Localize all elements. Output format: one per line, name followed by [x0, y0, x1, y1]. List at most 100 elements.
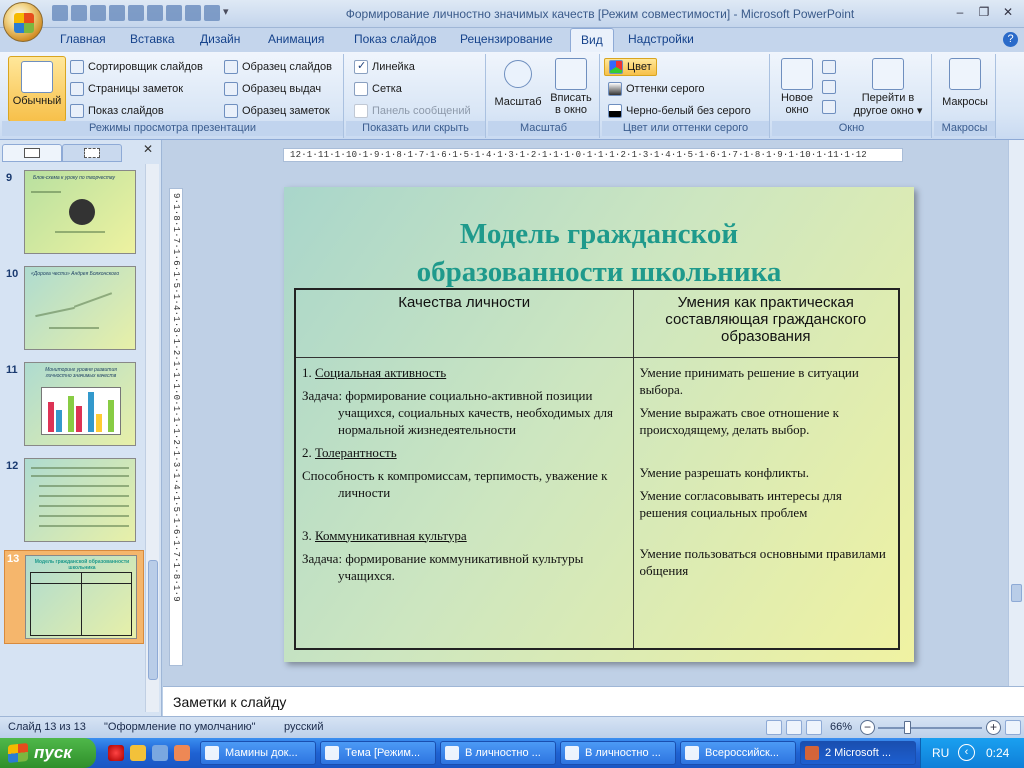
- slide-thumbnail[interactable]: 12: [4, 458, 144, 544]
- tab-slide-show[interactable]: Показ слайдов: [354, 32, 437, 46]
- quicklaunch-icon[interactable]: [174, 745, 190, 761]
- slide-master-button[interactable]: Образец слайдов: [224, 60, 332, 74]
- table-cell-qualities[interactable]: 1. Социальная активность Задача: формиро…: [294, 356, 634, 650]
- arrange-all-icon[interactable]: [822, 60, 836, 74]
- zoom-button[interactable]: Масштаб: [492, 58, 544, 108]
- table-header-qualities[interactable]: Качества личности: [294, 288, 634, 358]
- table-header-skills[interactable]: Умения как практическая составляющая гра…: [632, 288, 900, 358]
- zoom-slider-thumb[interactable]: [904, 721, 911, 734]
- slide-show-button[interactable]: Показ слайдов: [70, 104, 164, 118]
- slide-table[interactable]: Качества личности Умения как практическа…: [294, 288, 900, 650]
- slide-sorter-button[interactable]: Сортировщик слайдов: [70, 60, 203, 74]
- switch-windows-button[interactable]: Перейти в другое окно ▾: [848, 58, 928, 117]
- tab-addins[interactable]: Надстройки: [628, 32, 694, 46]
- tab-review[interactable]: Рецензирование: [460, 32, 553, 46]
- print-icon[interactable]: [147, 5, 163, 21]
- fit-slide-icon[interactable]: [1005, 720, 1021, 735]
- slide-title[interactable]: Модель гражданской образованности школьн…: [284, 215, 914, 291]
- customize-qat-icon[interactable]: ▾: [223, 5, 233, 21]
- scrollbar-thumb[interactable]: [1011, 584, 1022, 602]
- new-window-button[interactable]: Новое окно: [774, 58, 820, 116]
- quick-access-toolbar: ▾: [52, 5, 233, 23]
- thumbnail-line: [39, 505, 129, 507]
- spell-check-icon[interactable]: [204, 5, 220, 21]
- slide-show-icon[interactable]: [806, 720, 822, 735]
- taskbar-item-label: Мамины док...: [225, 747, 298, 759]
- taskbar-item[interactable]: Всероссийск...: [680, 741, 796, 765]
- thumbnail-line: [31, 191, 61, 193]
- minimize-icon[interactable]: –: [948, 3, 972, 21]
- clock[interactable]: 0:24: [986, 746, 1009, 760]
- handout-master-button[interactable]: Образец выдач: [224, 82, 321, 96]
- taskbar-item-active[interactable]: 2 Microsoft ...: [800, 741, 916, 765]
- redo-icon[interactable]: [90, 5, 106, 21]
- tab-home[interactable]: Главная: [60, 32, 106, 46]
- grayscale-button[interactable]: Оттенки серого: [608, 82, 704, 96]
- image-icon[interactable]: [166, 5, 182, 21]
- slide-thumbnail-selected[interactable]: 13 Модель гражданской образованности шко…: [4, 550, 144, 644]
- group-label-show-hide: Показать или скрыть: [346, 121, 485, 136]
- save-icon[interactable]: [52, 5, 68, 21]
- black-white-button[interactable]: Черно-белый без серого: [608, 104, 751, 118]
- start-button[interactable]: пуск: [0, 738, 96, 768]
- current-slide[interactable]: Модель гражданской образованности школьн…: [284, 187, 914, 662]
- tab-slides[interactable]: [2, 144, 62, 162]
- email-icon[interactable]: [185, 5, 201, 21]
- slide-thumbnail[interactable]: 10 «Дорога чести» Андрея Болконского: [4, 266, 144, 352]
- fit-to-window-button[interactable]: Вписать в окно: [546, 58, 596, 116]
- move-split-icon[interactable]: [822, 100, 836, 114]
- zoom-slider[interactable]: [878, 727, 982, 729]
- close-icon[interactable]: ✕: [143, 142, 153, 156]
- slide-thumbnail[interactable]: 11 Мониторинг уровня развития личностно …: [4, 362, 144, 448]
- notes-master-button[interactable]: Образец заметок: [224, 104, 330, 118]
- skill-item: Умение принимать решение в ситуации выбо…: [639, 364, 859, 397]
- horizontal-ruler[interactable]: 12·1·11·1·10·1·9·1·8·1·7·1·6·1·5·1·4·1·3…: [283, 148, 903, 162]
- ruler-checkbox[interactable]: Линейка: [354, 60, 415, 74]
- zoom-in-icon[interactable]: +: [986, 720, 1001, 735]
- notes-pane[interactable]: Заметки к слайду: [163, 686, 1024, 716]
- theme-name[interactable]: "Оформление по умолчанию": [104, 721, 256, 733]
- quicklaunch-icon[interactable]: [152, 745, 168, 761]
- taskbar-item[interactable]: Мамины док...: [200, 741, 316, 765]
- preview-icon[interactable]: [128, 5, 144, 21]
- taskbar-item[interactable]: В личностно ...: [560, 741, 676, 765]
- restore-icon[interactable]: ❐: [972, 3, 996, 21]
- slide-sorter-icon[interactable]: [786, 720, 802, 735]
- tab-design[interactable]: Дизайн: [200, 32, 240, 46]
- main-vertical-scrollbar[interactable]: [1008, 140, 1024, 686]
- slide-thumbnail[interactable]: 9 Блок-схема к уроку по творчеству: [4, 170, 144, 256]
- language-bar[interactable]: RU: [932, 746, 949, 760]
- scrollbar-thumb[interactable]: [148, 560, 158, 680]
- vertical-ruler[interactable]: 9·1·8·1·7·1·6·1·5·1·4·1·3·1·2·1·1·1·0·1·…: [169, 188, 183, 666]
- notes-page-button[interactable]: Страницы заметок: [70, 82, 183, 96]
- office-button[interactable]: [3, 2, 43, 42]
- tab-animation[interactable]: Анимация: [268, 32, 324, 46]
- undo-icon[interactable]: [71, 5, 87, 21]
- chevron-left-icon[interactable]: ‹: [958, 744, 975, 761]
- tab-insert[interactable]: Вставка: [130, 32, 175, 46]
- group-window: Новое окно Перейти в другое окно ▾ Окно: [772, 54, 932, 138]
- close-icon[interactable]: ✕: [996, 3, 1020, 21]
- zoom-level[interactable]: 66%: [830, 721, 852, 733]
- tab-outline[interactable]: [62, 144, 122, 162]
- taskbar-item[interactable]: В личностно ...: [440, 741, 556, 765]
- taskbar-item[interactable]: Тема [Режим...: [320, 741, 436, 765]
- macros-button[interactable]: Макросы: [938, 58, 992, 108]
- black-white-label: Черно-белый без серого: [626, 105, 751, 117]
- language-indicator[interactable]: русский: [284, 721, 323, 733]
- opera-icon[interactable]: [108, 745, 124, 761]
- help-icon[interactable]: ?: [1003, 32, 1018, 47]
- slides-pane-scrollbar[interactable]: [145, 164, 159, 712]
- normal-view-icon[interactable]: [766, 720, 782, 735]
- gridlines-checkbox[interactable]: Сетка: [354, 82, 402, 96]
- group-label-window: Окно: [772, 121, 931, 136]
- zoom-out-icon[interactable]: −: [860, 720, 875, 735]
- normal-view-button[interactable]: Обычный: [8, 56, 66, 122]
- tab-view[interactable]: Вид: [570, 28, 614, 52]
- notes-master-label: Образец заметок: [242, 105, 330, 117]
- cascade-icon[interactable]: [822, 80, 836, 94]
- table-cell-skills[interactable]: Умение принимать решение в ситуации выбо…: [632, 356, 900, 650]
- refresh-icon[interactable]: [109, 5, 125, 21]
- quicklaunch-icon[interactable]: [130, 745, 146, 761]
- color-button[interactable]: Цвет: [604, 58, 657, 76]
